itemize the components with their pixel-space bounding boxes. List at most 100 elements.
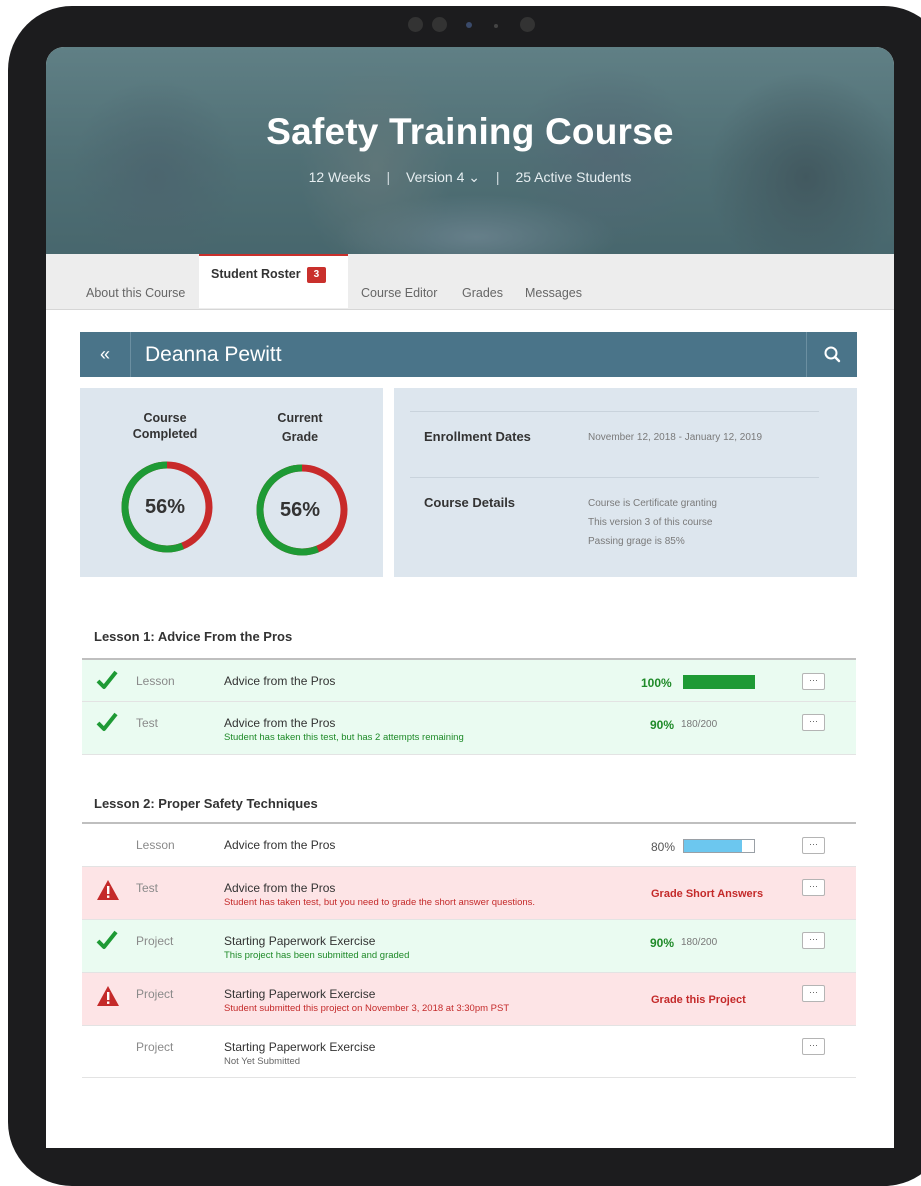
course-detail-line: Passing grage is 85%: [588, 536, 685, 547]
course-title: Safety Training Course: [266, 111, 674, 152]
divider: [410, 411, 819, 412]
item-percent: 80%: [651, 840, 676, 854]
course-details-list: Course is Certificate granting This vers…: [588, 494, 717, 551]
ellipsis-icon: ···: [809, 716, 818, 726]
item-score: 180/200: [681, 937, 718, 948]
current-grade-stat: Current Grade 56%: [250, 410, 350, 556]
enrollment-dates-value: November 12, 2018 - January 12, 2019: [588, 432, 762, 443]
checkmark-icon: [96, 712, 118, 731]
tab-grades[interactable]: Grades: [462, 254, 503, 309]
active-students-count: 25 Active Students: [515, 169, 632, 185]
progress-bar: [683, 675, 755, 689]
lesson-item-row[interactable]: Project Starting Paperwork Exercise This p…: [82, 920, 856, 973]
tab-messages[interactable]: Messages: [525, 254, 582, 309]
meta-separator: |: [386, 169, 391, 185]
item-status-text: Not Yet Submitted: [224, 1056, 301, 1067]
item-type: Test: [136, 881, 159, 895]
meta-separator: |: [495, 169, 500, 185]
warning-icon: [97, 986, 119, 1006]
checkmark-icon: [96, 930, 118, 949]
enrollment-details-card: Enrollment Dates November 12, 2018 - Jan…: [394, 388, 857, 577]
stat-label: Current: [277, 411, 323, 425]
version-dropdown[interactable]: Version 4 ⌄: [406, 169, 480, 186]
ellipsis-icon: ···: [809, 881, 818, 891]
tab-course-editor[interactable]: Course Editor: [361, 254, 437, 309]
item-status-text: This project has been submitted and grad…: [224, 950, 410, 961]
item-type: Project: [136, 1040, 174, 1054]
item-name: Starting Paperwork Exercise: [224, 987, 376, 1001]
progress-bar-fill: [683, 675, 755, 689]
course-duration: 12 Weeks: [308, 169, 371, 185]
item-name: Starting Paperwork Exercise: [224, 934, 376, 948]
search-icon: [824, 346, 841, 363]
item-percent: 90%: [650, 936, 675, 950]
more-options-button[interactable]: ···: [802, 1038, 825, 1055]
course-detail-line: Course is Certificate granting: [588, 498, 717, 509]
item-status-text: Student submitted this project on Novemb…: [224, 1003, 510, 1014]
ellipsis-icon: ···: [809, 934, 818, 944]
lesson-item-row[interactable]: Test Advice from the Pros Student has take…: [82, 702, 856, 755]
ellipsis-icon: ···: [809, 675, 818, 685]
stat-label: Course: [143, 411, 187, 425]
item-type: Lesson: [136, 838, 175, 852]
student-name: Deanna Pewitt: [145, 343, 282, 366]
item-type: Test: [136, 716, 159, 730]
item-name: Advice from the Pros: [224, 838, 336, 852]
progress-bar-fill: [684, 840, 742, 852]
completion-percent: 56%: [144, 496, 186, 518]
item-type: Project: [136, 934, 174, 948]
double-chevron-left-icon: «: [99, 344, 110, 364]
grade-action-link[interactable]: Grade Short Answers: [651, 888, 763, 900]
item-name: Advice from the Pros: [224, 716, 336, 730]
tab-about-course[interactable]: About this Course: [86, 254, 185, 309]
lesson-item-row[interactable]: Test Advice from the Pros Student has take…: [82, 867, 856, 920]
ellipsis-icon: ···: [809, 839, 818, 849]
chevron-down-icon: ⌄: [468, 169, 481, 185]
divider: [410, 477, 819, 478]
grade-action-link[interactable]: Grade this Project: [651, 994, 746, 1006]
lesson-item-row[interactable]: Lesson Advice from the Pros 100% ···: [82, 660, 856, 702]
course-hero-banner: Safety Training Course 12 Weeks | Versio…: [46, 47, 894, 254]
progress-bar: [683, 839, 755, 853]
more-options-button[interactable]: ···: [802, 837, 825, 854]
lesson-item-row[interactable]: Project Starting Paperwork Exercise Studen…: [82, 973, 856, 1026]
tab-label: Student Roster: [211, 267, 301, 281]
grade-percent: 56%: [279, 499, 321, 521]
item-score: 180/200: [681, 719, 718, 730]
course-detail-line: This version 3 of this course: [588, 517, 713, 528]
checkmark-icon: [96, 670, 118, 689]
camera-dot: [520, 17, 535, 32]
more-options-button[interactable]: ···: [802, 879, 825, 896]
tab-student-roster[interactable]: Student Roster 3: [199, 254, 348, 308]
item-name: Starting Paperwork Exercise: [224, 1040, 376, 1054]
item-percent: 90%: [650, 718, 675, 732]
lesson-item-row[interactable]: Lesson Advice from the Pros 80% ···: [82, 824, 856, 867]
ellipsis-icon: ···: [809, 1040, 818, 1050]
camera-dot: [408, 17, 423, 32]
stat-label: Completed: [132, 427, 198, 441]
roster-count-badge: 3: [306, 267, 327, 283]
camera-dot: [494, 24, 498, 28]
more-options-button[interactable]: ···: [802, 673, 825, 690]
stat-label: Grade: [281, 430, 319, 444]
item-percent: 100%: [641, 676, 672, 690]
more-options-button[interactable]: ···: [802, 714, 825, 731]
status-icon: [96, 929, 118, 951]
lesson-title: Lesson 1: Advice From the Pros: [94, 629, 293, 644]
lesson-item-row[interactable]: Project Starting Paperwork Exercise Not Ye…: [82, 1026, 856, 1078]
status-icon: [96, 669, 118, 691]
more-options-button[interactable]: ···: [802, 985, 825, 1002]
student-header-bar: « Deanna Pewitt: [80, 332, 857, 377]
search-button[interactable]: [806, 332, 857, 377]
item-type: Project: [136, 987, 174, 1001]
more-options-button[interactable]: ···: [802, 932, 825, 949]
ellipsis-icon: ···: [809, 987, 818, 997]
lesson-title: Lesson 2: Proper Safety Techniques: [94, 796, 318, 811]
progress-stats-card: Course Completed 56% Current Grade 56%: [80, 388, 383, 577]
course-completed-stat: Course Completed 56%: [115, 410, 215, 553]
version-label: Version 4: [406, 169, 465, 185]
item-status-text: Student has taken test, but you need to …: [224, 897, 536, 908]
status-icon: [96, 985, 119, 1007]
warning-icon: [97, 880, 119, 900]
back-button[interactable]: «: [80, 332, 131, 377]
